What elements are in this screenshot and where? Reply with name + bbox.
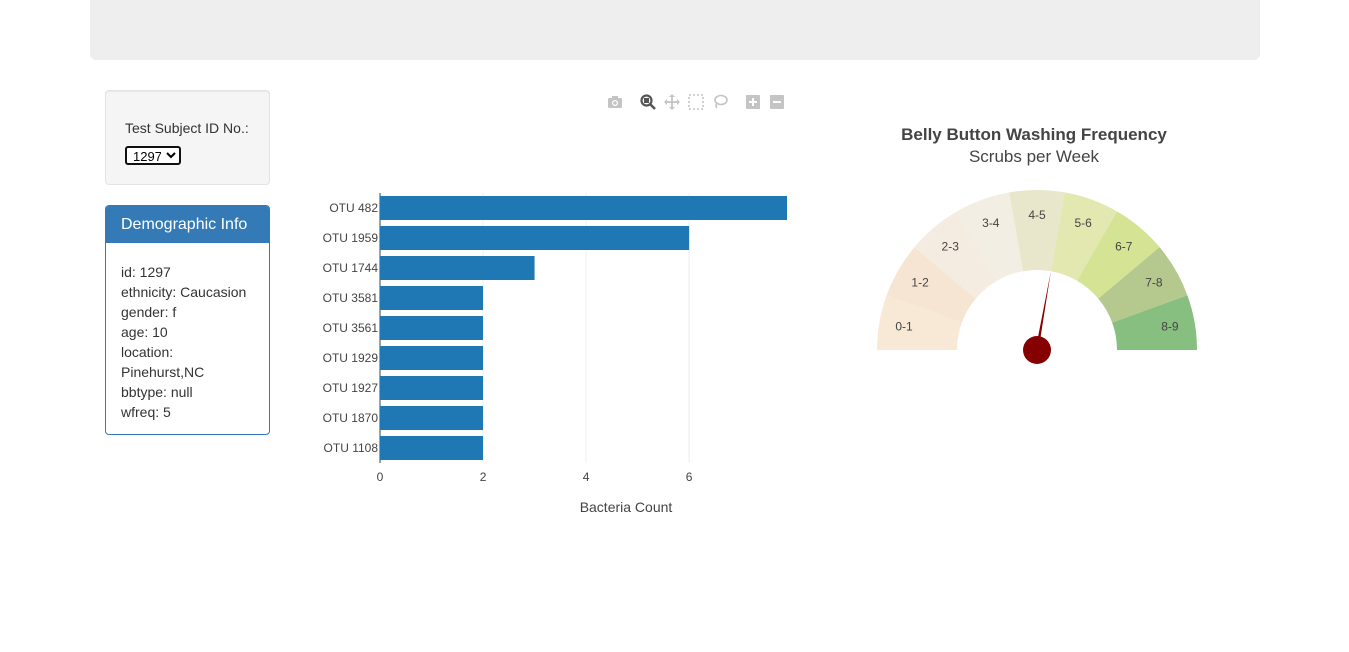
bar[interactable]: [380, 256, 535, 280]
subject-selector-panel: Test Subject ID No.: 1297: [105, 90, 270, 185]
washing-frequency-gauge: Belly Button Washing Frequency Scrubs pe…: [877, 125, 1197, 364]
gauge-segment-label: 5-6: [1075, 216, 1093, 230]
gauge-title: Belly Button Washing Frequency: [901, 125, 1167, 144]
bar[interactable]: [380, 226, 690, 250]
gauge-segment-label: 8-9: [1161, 320, 1179, 334]
gauge-segment-label: 3-4: [982, 216, 1000, 230]
box-select-icon[interactable]: [687, 93, 705, 111]
bar-chart-xtick: 4: [583, 470, 590, 484]
bar[interactable]: [380, 346, 484, 370]
bar-chart-xtick: 2: [480, 470, 487, 484]
camera-icon[interactable]: [606, 93, 624, 111]
bar-chart-ytick: OTU 1870: [323, 411, 379, 425]
demographic-info-title: Demographic Info: [106, 206, 269, 243]
gauge-needle-hub: [1023, 336, 1051, 364]
demographic-line: ethnicity: Caucasion: [121, 284, 247, 300]
gauge-segment-label: 7-8: [1145, 276, 1163, 290]
zoom-in-icon[interactable]: [744, 93, 762, 111]
bar-chart-ytick: OTU 1744: [323, 261, 379, 275]
bar-chart-xtick: 0: [377, 470, 384, 484]
bar-chart-ytick: OTU 482: [329, 201, 378, 215]
bar-chart-xlabel: Bacteria Count: [580, 499, 673, 515]
subject-selector-label: Test Subject ID No.:: [125, 120, 249, 136]
demographic-line: id: 1297: [121, 264, 171, 280]
demographic-info-panel: Demographic Info id: 1297 ethnicity: Cauc…: [105, 205, 270, 435]
bar-chart-ytick: OTU 3561: [323, 321, 379, 335]
bar-chart-ytick: OTU 1929: [323, 351, 379, 365]
header-banner: [90, 0, 1260, 60]
gauge-subtitle: Scrubs per Week: [969, 147, 1100, 166]
zoom-out-icon[interactable]: [768, 93, 786, 111]
gauge-segment-label: 2-3: [942, 240, 960, 254]
demographic-line: age: 10: [121, 324, 168, 340]
bar[interactable]: [380, 286, 484, 310]
demographic-line: bbtype: null: [121, 384, 193, 400]
bar-chart-ytick: OTU 3581: [323, 291, 379, 305]
bar[interactable]: [380, 196, 787, 220]
bacteria-bar-chart: OTU 482 OTU 1959 OTU 1744 OTU 3581 OTU 3561 O…: [323, 193, 787, 515]
demographic-line: Pinehurst,NC: [121, 364, 205, 380]
bar-chart-ytick: OTU 1959: [323, 231, 379, 245]
gauge-segment-label: 0-1: [895, 320, 913, 334]
demographic-line: location:: [121, 344, 174, 360]
zoom-icon[interactable]: [639, 93, 657, 111]
bar[interactable]: [380, 316, 484, 340]
bar-chart-xtick: 6: [686, 470, 693, 484]
gauge-segment-label: 4-5: [1028, 208, 1046, 222]
bar[interactable]: [380, 436, 484, 460]
gauge-segment-label: 1-2: [911, 276, 929, 290]
demographic-info-body: id: 1297 ethnicity: Caucasion gender: f age…: [106, 243, 269, 422]
bar-chart-ytick: OTU 1108: [324, 441, 379, 455]
subject-id-select[interactable]: 1297: [125, 146, 181, 165]
pan-icon[interactable]: [663, 93, 681, 111]
bar-chart-ytick: OTU 1927: [323, 381, 379, 395]
demographic-line: wfreq: 5: [121, 404, 171, 420]
gauge-segment-label: 6-7: [1115, 240, 1133, 254]
lasso-select-icon[interactable]: [711, 93, 729, 111]
bar[interactable]: [380, 376, 484, 400]
demographic-line: gender: f: [121, 304, 177, 320]
bar[interactable]: [380, 406, 484, 430]
